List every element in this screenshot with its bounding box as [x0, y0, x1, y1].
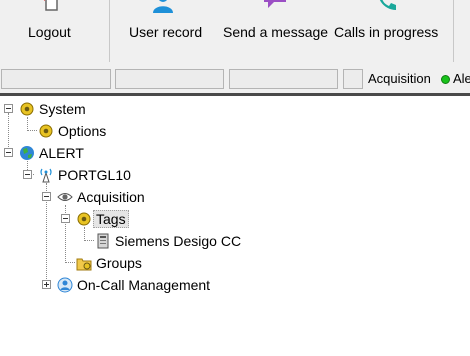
tree-node-siemens-desigo-cc[interactable]: Siemens Desigo CC [113, 233, 243, 249]
user-record-label: User record [129, 24, 203, 40]
user-record-icon [153, 0, 173, 13]
gear-icon [39, 124, 53, 138]
tree-node-tags[interactable]: Tags [93, 210, 129, 228]
gear-icon [77, 212, 91, 226]
tree-line [27, 117, 28, 131]
portgl10-collapse-toggle[interactable] [23, 170, 32, 179]
toolbar: Logout User record Send a message Calls … [0, 0, 470, 62]
acquisition-collapse-toggle[interactable] [42, 192, 51, 201]
status-pane-1 [1, 69, 111, 89]
acquisition-status-indicator [441, 75, 450, 84]
tree-line [8, 113, 9, 153]
tree-line [65, 262, 75, 263]
oncall-expand-toggle[interactable] [42, 280, 51, 289]
tree-node-options[interactable]: Options [56, 123, 108, 139]
alert-collapse-toggle[interactable] [4, 148, 13, 157]
antenna-icon [40, 168, 52, 183]
calls-in-progress-label: Calls in progress [334, 24, 439, 40]
system-collapse-toggle[interactable] [4, 104, 13, 113]
tree-line [84, 227, 85, 241]
send-message-button[interactable]: Send a message [222, 0, 334, 62]
tree-view[interactable]: System Options ALERT PORTGL10 Acquisitio… [0, 96, 470, 356]
phone-icon [379, 0, 396, 10]
logout-label: Logout [28, 24, 71, 40]
tree-node-system[interactable]: System [37, 101, 88, 117]
tree-line [27, 130, 37, 131]
tags-collapse-toggle[interactable] [61, 214, 70, 223]
calls-in-progress-button[interactable]: Calls in progress [334, 0, 446, 62]
folder-gear-icon [76, 258, 92, 271]
acquisition-status-label: Acquisition [368, 71, 431, 86]
server-icon [97, 233, 109, 249]
message-icon [264, 0, 286, 8]
send-message-label: Send a message [223, 24, 329, 40]
user-record-button[interactable]: User record [120, 0, 220, 62]
status-pane-2 [115, 69, 224, 89]
tree-node-on-call-management[interactable]: On-Call Management [75, 277, 212, 293]
status-bar: Acquisition Ale [0, 66, 470, 92]
tree-node-acquisition[interactable]: Acquisition [75, 189, 147, 205]
alert-status-label: Ale [453, 71, 470, 86]
tree-node-alert[interactable]: ALERT [37, 145, 86, 161]
toolbar-separator [109, 0, 110, 62]
logout-button[interactable]: Logout [0, 0, 100, 62]
tree-node-groups[interactable]: Groups [94, 255, 144, 271]
gear-icon [20, 102, 34, 116]
eye-icon [57, 193, 73, 201]
status-pane-3 [229, 69, 338, 89]
tree-node-portgl10[interactable]: PORTGL10 [56, 167, 133, 183]
globe-icon [20, 146, 34, 160]
logout-icon [43, 0, 58, 11]
tree-line [84, 240, 94, 241]
status-pane-4 [343, 69, 363, 89]
toolbar-separator-right [453, 0, 454, 62]
user-circle-icon [57, 277, 73, 293]
